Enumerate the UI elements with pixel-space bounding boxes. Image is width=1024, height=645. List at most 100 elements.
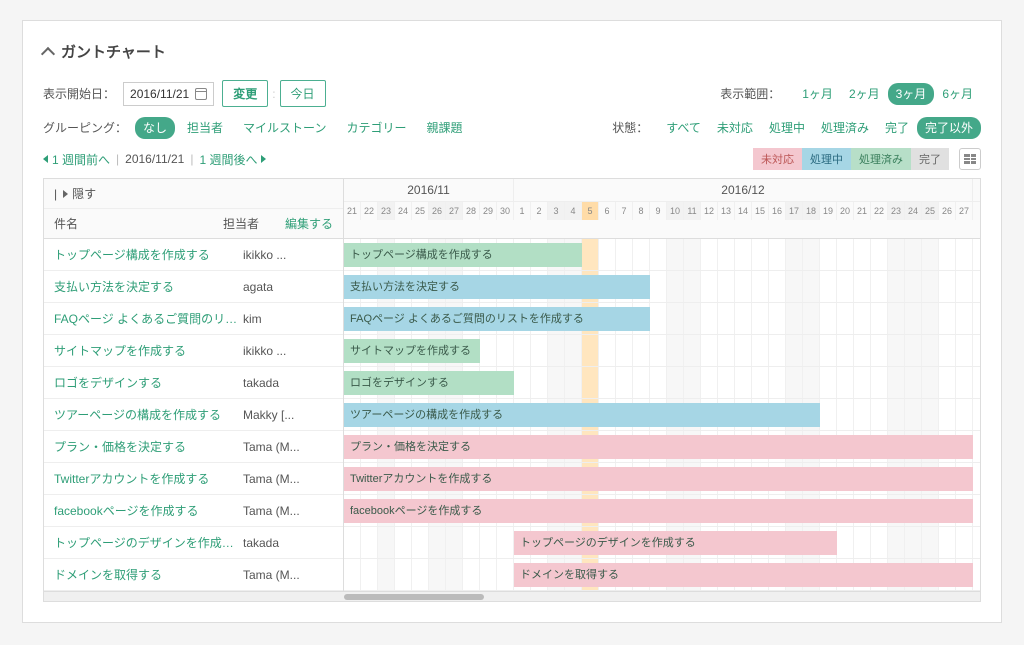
- task-link[interactable]: トップページ構成を作成する: [54, 246, 243, 263]
- today-button[interactable]: 今日: [280, 80, 326, 107]
- task-assignee: Tama (M...: [243, 568, 333, 582]
- legend-chip-closed: 完了: [911, 148, 949, 170]
- day-header: 24: [905, 202, 922, 220]
- grouping-option-親課題[interactable]: 親課題: [418, 117, 470, 139]
- task-assignee: takada: [243, 536, 333, 550]
- month-header: 2016/11: [344, 179, 514, 201]
- gantt-bar[interactable]: トップページのデザインを作成する: [514, 531, 837, 555]
- task-row: トップページのデザインを作成するtakada: [44, 527, 343, 559]
- task-link[interactable]: ドメインを取得する: [54, 566, 243, 583]
- task-link[interactable]: サイトマップを作成する: [54, 342, 243, 359]
- gantt-bar[interactable]: FAQページ よくあるご質問のリストを作成する: [344, 307, 650, 331]
- month-header: 2016/12: [514, 179, 973, 201]
- status-option-完了以外[interactable]: 完了以外: [917, 117, 981, 139]
- grouping-option-カテゴリー[interactable]: カテゴリー: [338, 117, 414, 139]
- task-link[interactable]: FAQページ よくあるご質問のリスト...: [54, 310, 243, 327]
- gantt-bar[interactable]: ロゴをデザインする: [344, 371, 514, 395]
- gantt-bar[interactable]: トップページ構成を作成する: [344, 243, 582, 267]
- panel-header[interactable]: ガントチャート: [43, 41, 981, 62]
- next-week-link[interactable]: 1 週間後へ: [199, 151, 257, 168]
- day-header: 7: [616, 202, 633, 220]
- edit-columns-link[interactable]: 編集する: [285, 217, 333, 231]
- grouping-controls: グルーピング： なし担当者マイルストーンカテゴリー親課題 状態： すべて未対応処…: [43, 119, 981, 136]
- panel-title: ガントチャート: [61, 41, 166, 62]
- chevron-up-icon: [41, 46, 55, 60]
- task-row: facebookページを作成するTama (M...: [44, 495, 343, 527]
- task-link[interactable]: プラン・価格を決定する: [54, 438, 243, 455]
- h-scrollbar[interactable]: [44, 591, 980, 601]
- task-assignee: ikikko ...: [243, 248, 333, 262]
- day-header: 25: [922, 202, 939, 220]
- start-date-label: 表示開始日：: [43, 85, 115, 102]
- task-assignee: Tama (M...: [243, 440, 333, 454]
- task-link[interactable]: ロゴをデザインする: [54, 374, 243, 391]
- task-assignee: ikikko ...: [243, 344, 333, 358]
- day-header: 27: [446, 202, 463, 220]
- gantt-bar[interactable]: ドメインを取得する: [514, 563, 973, 587]
- gantt-bar[interactable]: facebookページを作成する: [344, 499, 973, 523]
- range-option-1ヶ月[interactable]: 1ヶ月: [794, 83, 841, 105]
- day-header: 13: [718, 202, 735, 220]
- task-link[interactable]: トップページのデザインを作成する: [54, 534, 243, 551]
- task-assignee: Tama (M...: [243, 504, 333, 518]
- range-option-3ヶ月[interactable]: 3ヶ月: [888, 83, 935, 105]
- day-header: 5: [582, 202, 599, 220]
- day-header: 1: [514, 202, 531, 220]
- gantt-bar[interactable]: 支払い方法を決定する: [344, 275, 650, 299]
- grouping-option-なし[interactable]: なし: [135, 117, 175, 139]
- week-nav: 1 週間前へ | 2016/11/21 | 1 週間後へ 未対応 処理中 処理済…: [43, 148, 981, 170]
- status-option-完了[interactable]: 完了: [877, 117, 917, 139]
- legend-chip-pending: 未対応: [753, 148, 802, 170]
- task-row: トップページ構成を作成するikikko ...: [44, 239, 343, 271]
- day-header: 22: [361, 202, 378, 220]
- settings-button[interactable]: [959, 148, 981, 170]
- day-header: 11: [684, 202, 701, 220]
- grouping-option-マイルストーン[interactable]: マイルストーン: [235, 117, 334, 139]
- gantt-bar[interactable]: Twitterアカウントを作成する: [344, 467, 973, 491]
- gantt-bar[interactable]: サイトマップを作成する: [344, 339, 480, 363]
- day-header: 23: [888, 202, 905, 220]
- day-header: 18: [803, 202, 820, 220]
- day-header: 20: [837, 202, 854, 220]
- prev-week-link[interactable]: 1 週間前へ: [52, 151, 110, 168]
- task-link[interactable]: facebookページを作成する: [54, 502, 243, 519]
- triangle-right-icon: [63, 190, 68, 198]
- range-option-2ヶ月[interactable]: 2ヶ月: [841, 83, 888, 105]
- day-header: 2: [531, 202, 548, 220]
- status-option-処理中[interactable]: 処理中: [761, 117, 813, 139]
- grouping-option-担当者[interactable]: 担当者: [179, 117, 231, 139]
- day-header: 25: [412, 202, 429, 220]
- task-link[interactable]: ツアーページの構成を作成する: [54, 406, 243, 423]
- start-date-input[interactable]: 2016/11/21: [123, 82, 214, 106]
- status-option-処理済み[interactable]: 処理済み: [813, 117, 877, 139]
- task-link[interactable]: 支払い方法を決定する: [54, 278, 243, 295]
- task-assignee: kim: [243, 312, 333, 326]
- task-assignee: takada: [243, 376, 333, 390]
- status-option-すべて[interactable]: すべて: [658, 117, 709, 139]
- day-header: 6: [599, 202, 616, 220]
- day-header: 19: [820, 202, 837, 220]
- hide-columns-toggle[interactable]: | 隠す: [44, 179, 343, 209]
- day-header: 10: [667, 202, 684, 220]
- task-assignee: agata: [243, 280, 333, 294]
- col-header-subject: 件名: [54, 215, 223, 232]
- day-header: 26: [939, 202, 956, 220]
- day-header: 3: [548, 202, 565, 220]
- task-link[interactable]: Twitterアカウントを作成する: [54, 470, 243, 487]
- gantt-bar[interactable]: ツアーページの構成を作成する: [344, 403, 820, 427]
- day-header: 21: [344, 202, 361, 220]
- gantt-bar[interactable]: プラン・価格を決定する: [344, 435, 973, 459]
- day-header: 29: [480, 202, 497, 220]
- gantt-panel: ガントチャート 表示開始日： 2016/11/21 変更 : 今日 表示範囲： …: [22, 20, 1002, 623]
- status-label: 状態：: [612, 119, 648, 136]
- task-assignee: Tama (M...: [243, 472, 333, 486]
- day-header: 14: [735, 202, 752, 220]
- task-row: ドメインを取得するTama (M...: [44, 559, 343, 591]
- triangle-left-icon: [43, 155, 48, 163]
- status-option-未対応[interactable]: 未対応: [709, 117, 761, 139]
- triangle-right-icon: [261, 155, 266, 163]
- range-option-6ヶ月[interactable]: 6ヶ月: [934, 83, 981, 105]
- grid-icon: [964, 154, 976, 164]
- nav-date: 2016/11/21: [125, 152, 184, 166]
- change-button[interactable]: 変更: [222, 80, 268, 107]
